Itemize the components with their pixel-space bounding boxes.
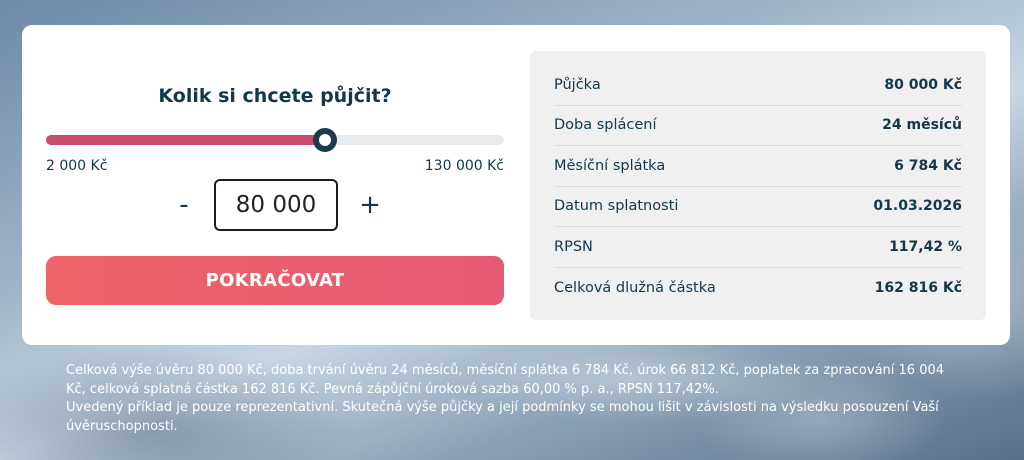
summary-value: 6 784 Kč bbox=[894, 157, 962, 174]
slider-min-label: 2 000 Kč bbox=[46, 158, 108, 174]
increase-button[interactable]: + bbox=[356, 187, 384, 223]
slider-max-label: 130 000 Kč bbox=[424, 158, 504, 174]
slider-thumb[interactable] bbox=[313, 128, 338, 152]
loan-calculator-card: Kolik si chcete půjčit? 2 000 Kč 130 000… bbox=[22, 25, 1010, 345]
summary-value: 117,42 % bbox=[889, 238, 962, 255]
summary-row-due-date: Datum splatnosti 01.03.2026 bbox=[554, 187, 962, 227]
disclaimer-line: Uvedený příklad je pouze reprezentativní… bbox=[66, 400, 939, 434]
amount-slider[interactable] bbox=[46, 128, 504, 152]
summary-value: 01.03.2026 bbox=[873, 198, 962, 215]
summary-value: 24 měsíců bbox=[882, 117, 962, 134]
decrease-button[interactable]: - bbox=[170, 187, 198, 223]
summary-label: Půjčka bbox=[554, 76, 601, 93]
summary-value: 162 816 Kč bbox=[874, 279, 962, 296]
amount-stepper: - + bbox=[170, 179, 384, 231]
summary-row-loan: Půjčka 80 000 Kč bbox=[554, 65, 962, 106]
summary-label: Celková dlužná částka bbox=[554, 279, 716, 296]
summary-row-monthly-payment: Měsíční splátka 6 784 Kč bbox=[554, 146, 962, 187]
representative-example-text: Celková výše úvěru 80 000 Kč, doba trván… bbox=[66, 362, 956, 436]
summary-row-term: Doba splácení 24 měsíců bbox=[554, 106, 962, 146]
summary-row-total-due: Celková dlužná částka 162 816 Kč bbox=[554, 268, 962, 309]
summary-label: Datum splatnosti bbox=[554, 198, 679, 215]
slider-fill bbox=[46, 135, 326, 145]
disclaimer-line: Celková výše úvěru 80 000 Kč, doba trván… bbox=[66, 363, 945, 397]
summary-label: Doba splácení bbox=[554, 117, 657, 134]
summary-label: Měsíční splátka bbox=[554, 157, 666, 174]
summary-value: 80 000 Kč bbox=[884, 76, 962, 93]
summary-row-apr: RPSN 117,42 % bbox=[554, 227, 962, 268]
calculator-question: Kolik si chcete půjčit? bbox=[158, 85, 392, 107]
calculator-panel: Kolik si chcete půjčit? 2 000 Kč 130 000… bbox=[46, 25, 504, 345]
loan-summary-panel: Půjčka 80 000 Kč Doba splácení 24 měsíců… bbox=[530, 51, 986, 320]
continue-button[interactable]: POKRAČOVAT bbox=[46, 256, 504, 305]
amount-input[interactable] bbox=[214, 179, 338, 231]
summary-label: RPSN bbox=[554, 238, 593, 255]
